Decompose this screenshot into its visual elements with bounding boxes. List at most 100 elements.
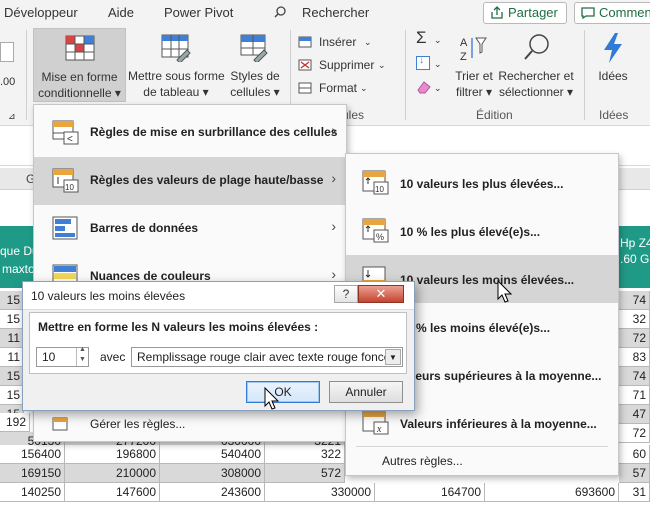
submenu-item-label: % les moins élevé(e)s... (416, 321, 551, 335)
menu-divider (356, 446, 608, 447)
menu-item-top-bottom-rules[interactable]: 10 Règles des valeurs de plage haute/bas… (34, 157, 346, 205)
fill-icon[interactable]: ↓ (416, 55, 430, 70)
cell-styles-button[interactable]: Styles de cellules ▾ (226, 28, 284, 102)
table-cell[interactable]: 72 (619, 424, 650, 443)
number-format-dropdown[interactable] (0, 42, 14, 62)
format-select-value: Remplissage rouge clair avec texte rouge… (137, 350, 391, 364)
table-cell[interactable]: 72 (619, 329, 650, 348)
table-cell[interactable]: 156400 (0, 445, 65, 464)
table-cell[interactable]: 31 (619, 483, 650, 502)
table-cell[interactable]: 540400 (160, 445, 265, 464)
table-cell[interactable]: 330000 (265, 483, 375, 502)
table-cell[interactable]: 147600 (65, 483, 160, 502)
sort-filter-icon: A Z (460, 37, 487, 63)
table-cell[interactable]: 192 (0, 413, 30, 432)
table-cell[interactable]: 15 (0, 367, 24, 386)
chevron-down-icon: ⌄ (434, 83, 442, 93)
table-cell[interactable]: 47 (619, 405, 650, 424)
table-cell[interactable]: 572 (265, 464, 345, 483)
table-cell[interactable]: 11 (0, 348, 24, 367)
count-stepper[interactable]: 10 ▲ ▼ (36, 346, 89, 367)
table-cell[interactable]: 11 (0, 329, 24, 348)
table-cell[interactable]: 60 (619, 445, 650, 464)
share-button[interactable]: Partager (483, 2, 567, 24)
table-cell[interactable]: 196800 (65, 445, 160, 464)
menu-item-data-bars[interactable]: Barres de données › (34, 205, 346, 253)
ok-button[interactable]: OK (246, 381, 320, 403)
table-cell[interactable]: 322 (265, 445, 345, 464)
table-cell[interactable]: 74 (619, 291, 650, 310)
chevron-right-icon: › (331, 170, 336, 186)
format-button[interactable]: Format ⌄ (298, 80, 388, 98)
dialog-options-group: Mettre en forme les N valeurs les moins … (29, 312, 407, 374)
tab-developpeur[interactable]: Développeur (4, 5, 78, 20)
table-cell[interactable]: 164700 (375, 483, 485, 502)
top-percent-icon: % (362, 218, 389, 243)
table-cell[interactable]: 243600 (160, 483, 265, 502)
sort-filter-label-1: Trier et (455, 69, 493, 83)
find-select-button[interactable]: Rechercher et sélectionner ▾ (498, 28, 574, 102)
table-cell[interactable]: 15 (0, 291, 24, 310)
delete-label: Supprimer (319, 58, 375, 72)
autosum-icon[interactable]: Σ (416, 29, 427, 46)
group-launcher-icon[interactable]: ⊿ (8, 108, 16, 124)
tab-power-pivot[interactable]: Power Pivot (164, 5, 233, 20)
format-cells-icon (298, 82, 312, 94)
dialog-title: 10 valeurs les moins élevées (31, 289, 186, 303)
submenu-item-label: leurs supérieures à la moyenne... (412, 369, 602, 383)
table-format-label-2: de tableau ▾ (143, 85, 209, 99)
stepper-buttons[interactable]: ▲ ▼ (76, 346, 88, 366)
dropdown-arrow-icon[interactable]: ▼ (385, 349, 401, 365)
table-cell[interactable]: 210000 (65, 464, 160, 483)
header-left-line2: maxto (2, 262, 35, 276)
cell-styles-icon (240, 34, 268, 62)
table-cell[interactable]: 308000 (160, 464, 265, 483)
chevron-down-icon: ⌄ (434, 59, 442, 69)
eraser-icon[interactable] (416, 80, 432, 94)
group-separator (584, 30, 585, 120)
table-cell[interactable]: 57 (619, 464, 650, 483)
sort-filter-button[interactable]: A Z Trier et filtrer ▾ (450, 28, 498, 102)
help-button[interactable]: ? (334, 285, 358, 303)
table-cell[interactable]: 71 (619, 386, 650, 405)
submenu-item-label: Valeurs inférieures à la moyenne... (400, 417, 597, 431)
submenu-item-label: Autres règles... (382, 454, 463, 468)
format-as-table-button[interactable]: Mettre sous forme de tableau ▾ (128, 28, 225, 102)
ideas-button[interactable]: Idées (590, 28, 636, 102)
submenu-item-top-10-percent[interactable]: % 10 % les plus élevé(e)s... (346, 207, 618, 255)
tab-aide[interactable]: Aide (108, 5, 134, 20)
conditional-formatting-button[interactable]: Mise en forme conditionnelle ▾ (33, 28, 126, 102)
menu-item-manage-rules[interactable]: Gérer les règles... (34, 409, 346, 439)
comments-label: Commentaires (599, 5, 650, 20)
top-bottom-rules-icon: 10 (52, 168, 79, 193)
table-cell[interactable]: 15 (0, 310, 24, 329)
menu-item-highlight-rules[interactable]: < Règles de mise en surbrillance des cel… (34, 109, 346, 157)
table-cell[interactable]: 74 (619, 367, 650, 386)
table-format-label-1: Mettre sous forme (128, 69, 225, 83)
submenu-item-other-rules[interactable]: Autres règles... (346, 448, 618, 474)
dialog-title-bar[interactable]: 10 valeurs les moins élevées ? ✕ (23, 282, 414, 310)
menu-item-label: Gérer les règles... (90, 417, 186, 431)
lightning-icon (604, 33, 622, 63)
manage-rules-icon (52, 417, 68, 431)
svg-text:10: 10 (375, 185, 384, 194)
table-cell[interactable]: 169150 (0, 464, 65, 483)
top-bottom-dialog: 10 valeurs les moins élevées ? ✕ Mettre … (22, 281, 415, 411)
table-cell[interactable]: 32 (619, 310, 650, 329)
table-cell[interactable]: 693600 (485, 483, 619, 502)
comments-button[interactable]: Commentaires (574, 2, 650, 24)
cancel-button[interactable]: Annuler (329, 381, 403, 403)
cond-format-label-2: conditionnelle ▾ (38, 86, 121, 100)
close-button[interactable]: ✕ (358, 285, 404, 303)
table-cell[interactable]: 15 (0, 386, 24, 405)
search-box[interactable]: Rechercher (302, 5, 369, 20)
submenu-item-top-10[interactable]: 10 10 valeurs les plus élevées... (346, 159, 618, 207)
svg-text:10: 10 (65, 183, 74, 192)
stepper-up-icon[interactable]: ▲ (79, 346, 86, 353)
stepper-down-icon[interactable]: ▼ (79, 356, 86, 363)
table-cell[interactable]: 140250 (0, 483, 65, 502)
format-select[interactable]: Remplissage rouge clair avec texte rouge… (131, 347, 403, 367)
delete-button[interactable]: Supprimer ⌄ (298, 57, 388, 75)
table-cell[interactable]: 83 (619, 348, 650, 367)
insert-button[interactable]: Insérer ⌄ (298, 34, 388, 52)
